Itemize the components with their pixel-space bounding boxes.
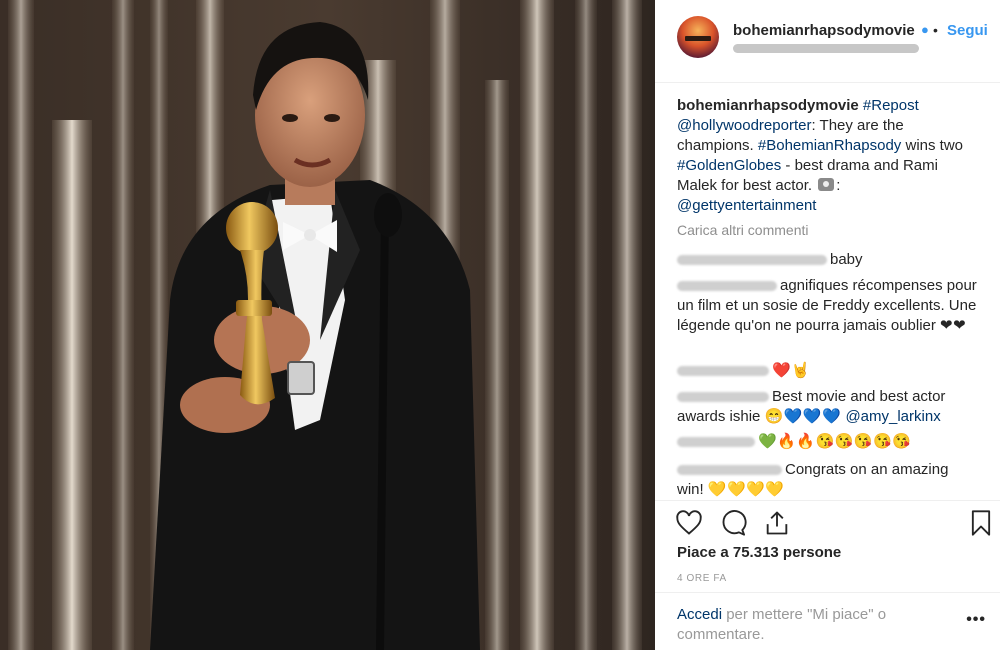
mention-link[interactable]: @amy_larkinx xyxy=(845,408,940,425)
blurred-username[interactable] xyxy=(677,281,777,292)
mention-link[interactable]: @gettyentertainment xyxy=(677,197,816,214)
post-actions-bar xyxy=(655,500,1000,541)
comment-emoji: ❤️🤘 xyxy=(772,362,811,379)
load-more-comments[interactable]: Carica altri commenti xyxy=(677,222,808,238)
comment-emoji: 💚🔥🔥😘😘😘😘😘 xyxy=(758,433,912,450)
blurred-username[interactable] xyxy=(677,465,782,476)
more-options-icon[interactable]: ••• xyxy=(966,611,986,629)
post-side-panel: bohemianrhapsodymovie ● • Segui bohemian… xyxy=(655,0,1000,650)
camera-icon xyxy=(818,178,835,191)
login-prompt: Accedi per mettere "Mi piace" o commenta… xyxy=(655,592,1000,651)
blurred-username[interactable] xyxy=(677,255,827,266)
comment-emoji: 💛💛💛💛 xyxy=(707,481,785,498)
login-link[interactable]: Accedi xyxy=(677,606,722,623)
comment-item: Best movie and best actor awards ishie 😁… xyxy=(677,387,977,427)
verified-badge-icon: ● xyxy=(921,22,929,37)
caption-author[interactable]: bohemianrhapsodymovie xyxy=(677,97,859,114)
hashtag-link[interactable]: #BohemianRhapsody xyxy=(758,137,901,154)
mention-link[interactable]: @hollywoodreporter xyxy=(677,117,811,134)
follow-button[interactable]: Segui xyxy=(947,22,988,39)
author-username[interactable]: bohemianrhapsodymovie xyxy=(733,22,915,39)
avatar[interactable] xyxy=(677,16,719,58)
caption-text: : xyxy=(836,177,841,194)
comment-item: Congrats on an amazing win! 💛💛💛💛 xyxy=(677,460,977,500)
comment-text: baby xyxy=(830,251,863,268)
post-timestamp: 4 ORE FA xyxy=(677,573,727,584)
comment-emoji: 😁💙💙💙 xyxy=(764,408,842,425)
share-icon[interactable] xyxy=(763,509,791,537)
heart-icon[interactable] xyxy=(675,509,703,537)
comment-item: baby xyxy=(677,250,977,270)
post-caption: bohemianrhapsodymovie #Repost @hollywood… xyxy=(677,96,977,216)
comment-emoji: ❤❤ xyxy=(940,317,967,334)
post-header: bohemianrhapsodymovie ● • Segui xyxy=(655,0,1000,83)
hashtag-link[interactable]: #GoldenGlobes xyxy=(677,157,781,174)
blurred-username[interactable] xyxy=(677,392,769,403)
blurred-username[interactable] xyxy=(677,366,769,377)
location-placeholder xyxy=(733,44,919,53)
bookmark-icon[interactable] xyxy=(967,509,995,537)
hashtag-link[interactable]: #Repost xyxy=(863,97,919,114)
blurred-username[interactable] xyxy=(677,437,755,448)
comment-item: agnifiques récompenses pour un film et u… xyxy=(677,276,977,336)
likes-count[interactable]: Piace a 75.313 persone xyxy=(677,544,841,561)
comment-item: 💚🔥🔥😘😘😘😘😘 xyxy=(677,432,977,452)
post-photo[interactable] xyxy=(0,0,655,650)
separator-dot: • xyxy=(933,22,938,38)
comment-item: ❤️🤘 xyxy=(677,361,977,381)
caption-text: wins two xyxy=(901,137,963,154)
comment-icon[interactable] xyxy=(719,509,747,537)
